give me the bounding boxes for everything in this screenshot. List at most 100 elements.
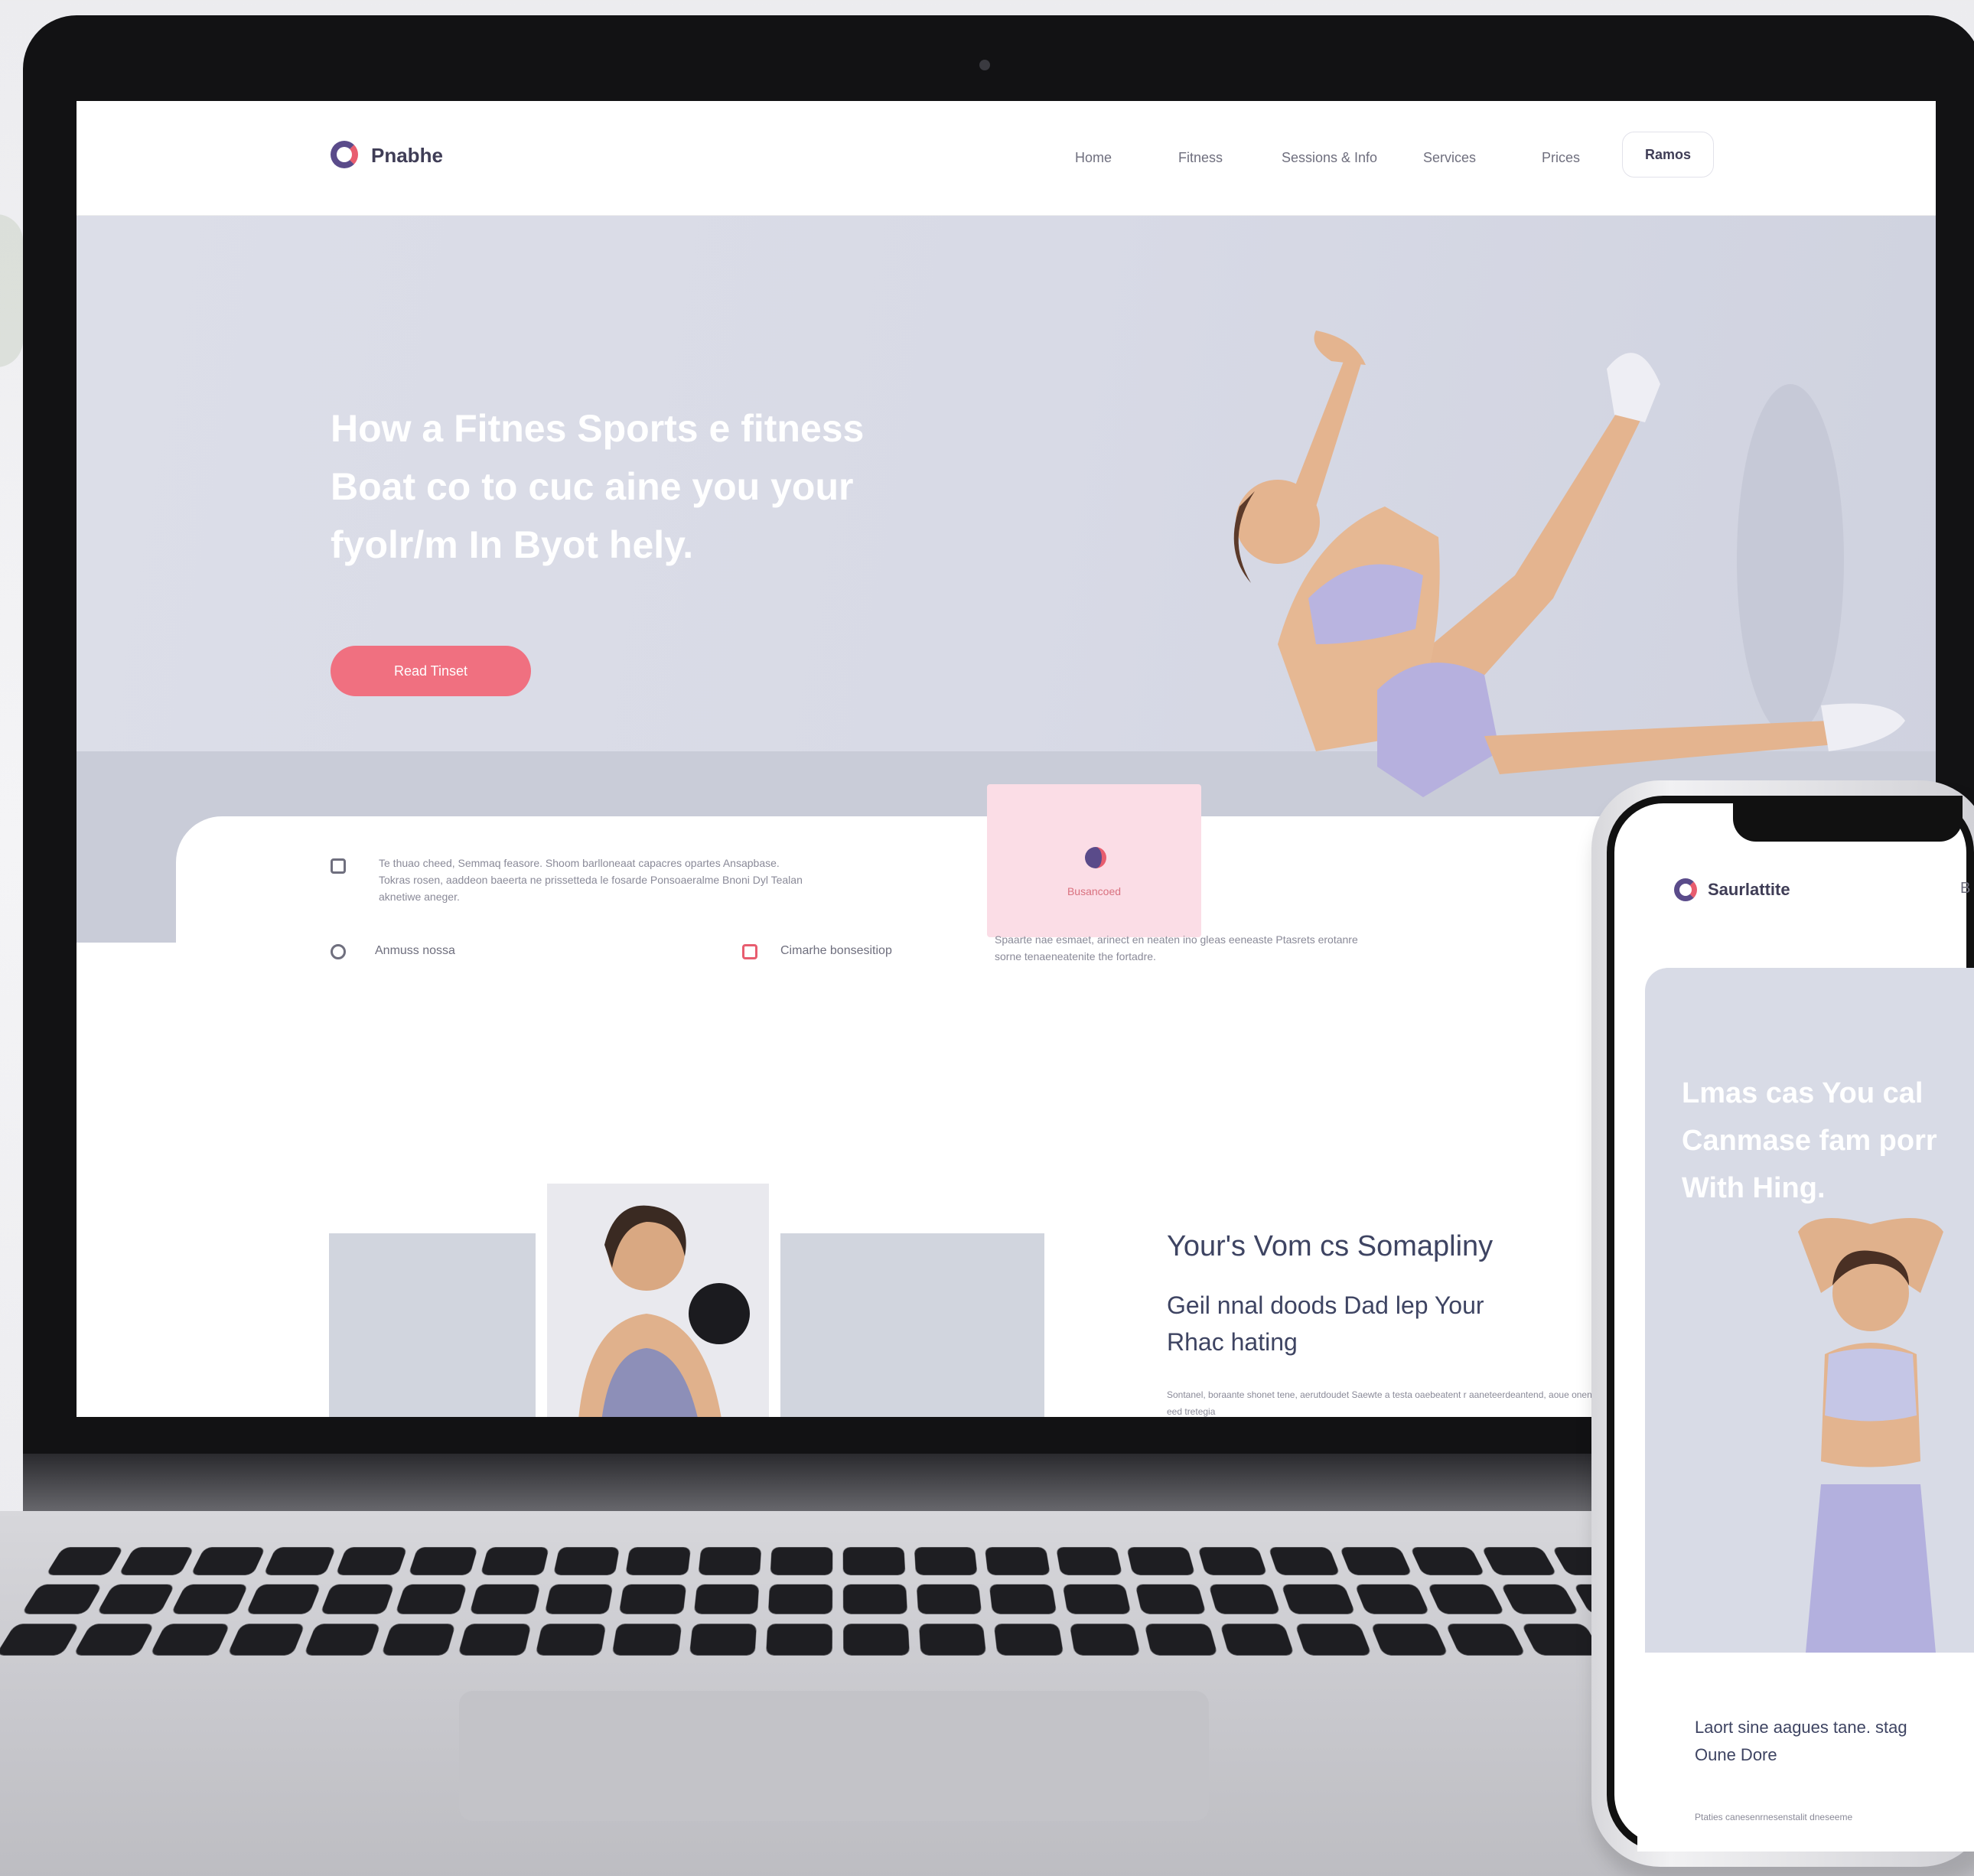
keyboard-key [246, 1585, 321, 1614]
keyboard-key [770, 1547, 832, 1575]
nav-link-services[interactable]: Services [1423, 150, 1476, 166]
keyboard-key [1500, 1585, 1580, 1614]
keyboard-key [45, 1547, 123, 1575]
keyboard-key [0, 1624, 80, 1655]
brand-name[interactable]: Pnabhe [371, 144, 443, 168]
keyboard-key [612, 1624, 682, 1655]
keyboard-key [1208, 1585, 1281, 1614]
hero-title: How a Fitnes Sports e fitness Boat co to… [331, 399, 958, 574]
keyboard-key [458, 1624, 532, 1655]
keyboard-key [1135, 1585, 1207, 1614]
keyboard-key [263, 1547, 337, 1575]
keyboard-key [1295, 1624, 1371, 1655]
highlight-card-icon [1085, 847, 1106, 868]
laptop-camera [979, 60, 990, 70]
keyboard-key [336, 1547, 408, 1575]
phone-hero-title-line: With Hing. [1682, 1164, 1974, 1212]
section-subheading-line: Geil nnal doods Dad lep Your [1167, 1287, 1595, 1324]
keyboard-key [1339, 1547, 1412, 1575]
phone-hero-title: Lmas cas You cal Canmase fam porr With H… [1682, 1070, 1974, 1212]
hero-title-line: fyolr/m In Byot hely. [331, 516, 958, 574]
hero-title-line: How a Fitnes Sports e fitness [331, 399, 958, 458]
keyboard-key [916, 1585, 982, 1614]
feature-item-2[interactable]: Cimarhe bonsesitiop [780, 944, 892, 958]
keyboard-key [689, 1624, 757, 1655]
phone-brand-logo-icon[interactable] [1674, 878, 1697, 901]
keyboard-key [1410, 1547, 1485, 1575]
keyboard-key [698, 1547, 761, 1575]
keyboard-key [1269, 1547, 1340, 1575]
keyboard-key [843, 1585, 907, 1614]
phone-subheading-line: Oune Dore [1695, 1741, 1970, 1769]
keyboard-key [480, 1547, 549, 1575]
keyboard-key [395, 1585, 467, 1614]
keyboard-key [989, 1585, 1057, 1614]
keyboard-key [1069, 1624, 1140, 1655]
keyboard-key [1056, 1547, 1122, 1575]
keyboard-key [1126, 1547, 1195, 1575]
section-heading: Your's Vom cs Somapliny [1167, 1226, 1493, 1267]
gallery-photo-2 [547, 1184, 769, 1417]
gallery-photo-1 [329, 1233, 536, 1417]
keyboard-key [619, 1585, 686, 1614]
clock-icon [331, 944, 346, 959]
feature-paragraph: Te thuao cheed, Semmaq feasore. Shoom ba… [379, 855, 807, 905]
feature-item-1[interactable]: Anmuss nossa [375, 944, 455, 958]
keyboard-key [191, 1547, 265, 1575]
keyboard-key [985, 1547, 1050, 1575]
keyboard-key [767, 1624, 832, 1655]
keyboard-key [1062, 1585, 1131, 1614]
gallery-photo-3 [780, 1233, 1044, 1417]
keyboard-key [381, 1624, 456, 1655]
keyboard-key [544, 1585, 613, 1614]
keyboard-key [694, 1585, 760, 1614]
keyboard-key [843, 1547, 905, 1575]
keyboard-key [914, 1547, 977, 1575]
phone-footnote: Ptaties canesenrnesenstalit dneseeme [1695, 1812, 1970, 1822]
brand-logo-icon[interactable] [331, 141, 358, 168]
keyboard-key [171, 1585, 248, 1614]
keyboard-key [226, 1624, 305, 1655]
keyboard-key [1282, 1585, 1356, 1614]
nav-link-home[interactable]: Home [1075, 150, 1112, 166]
section-paragraph: Sontanel, boraante shonet tene, aerutdou… [1167, 1386, 1595, 1417]
shield-icon [331, 858, 346, 874]
phone-brand-name[interactable]: Saurlattite [1708, 880, 1790, 900]
phone-athlete-image [1760, 1209, 1974, 1653]
keyboard-key [304, 1624, 380, 1655]
calendar-icon [742, 944, 757, 959]
keyboard-key [843, 1624, 909, 1655]
nav-cta-button[interactable]: Ramos [1622, 132, 1714, 178]
keyboard-key [1370, 1624, 1449, 1655]
keyboard-key [1145, 1624, 1218, 1655]
keyboard-key [1428, 1585, 1505, 1614]
nav-link-fitness[interactable]: Fitness [1178, 150, 1223, 166]
keyboard-key [320, 1585, 394, 1614]
laptop-trackpad [459, 1691, 1209, 1821]
keyboard-key [150, 1624, 230, 1655]
nav-link-prices[interactable]: Prices [1542, 150, 1580, 166]
feature-right-paragraph: Spaarte nae esmaet, arinect en neaten in… [995, 931, 1377, 965]
phone-subheading: Laort sine aagues tane. stag Oune Dore [1695, 1714, 1970, 1769]
keyboard-key [553, 1547, 620, 1575]
phone-hero-title-line: Lmas cas You cal [1682, 1070, 1974, 1117]
keyboard-key [118, 1547, 194, 1575]
keyboard-key [535, 1624, 606, 1655]
menu-icon[interactable]: B [1960, 880, 1970, 897]
nav-link-sessions[interactable]: Sessions & Info [1282, 150, 1377, 166]
hero-title-line: Boat co to cuc aine you your [331, 458, 958, 516]
keyboard-key [470, 1585, 541, 1614]
keyboard-key [1354, 1585, 1430, 1614]
keyboard-key [408, 1547, 478, 1575]
keyboard-key [1220, 1624, 1295, 1655]
keyboard-key [1481, 1547, 1558, 1575]
plant-decor [0, 214, 23, 367]
keyboard-key [73, 1624, 155, 1655]
keyboard-key [96, 1585, 175, 1614]
keyboard-key [21, 1585, 103, 1614]
phone-subheading-line: Laort sine aagues tane. stag [1695, 1714, 1970, 1741]
hero-cta-button[interactable]: Read Tinset [331, 646, 531, 696]
keyboard-key [1445, 1624, 1526, 1655]
highlight-card-label: Busancoed [987, 885, 1201, 897]
keyboard-key [994, 1624, 1064, 1655]
